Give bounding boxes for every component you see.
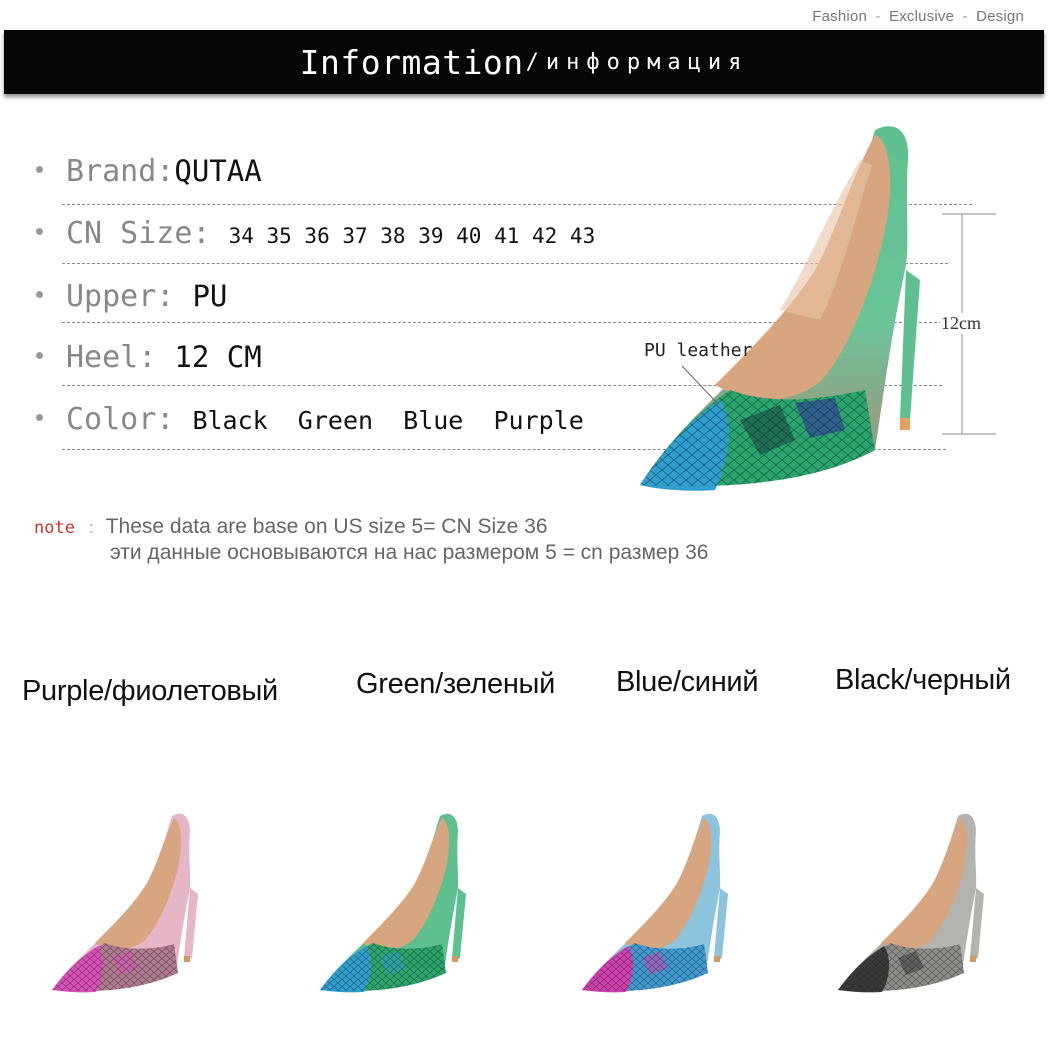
hero-shoe-image (640, 126, 920, 491)
note-line-2: эти данные основываются на нас размером … (110, 541, 709, 564)
banner-subtitle: /информация (525, 49, 749, 75)
spec-label: Upper: PU (66, 279, 228, 314)
tagline-word-design: Design (976, 8, 1024, 25)
variant-label-green: Green/зеленый (356, 668, 556, 700)
spec-value: 34 35 36 37 38 39 40 41 42 43 (228, 224, 596, 248)
spec-value: 12 CM (174, 340, 262, 374)
tagline-separator: - (962, 8, 968, 25)
tagline-separator: - (875, 8, 881, 25)
variant-shoe-blue-image (582, 813, 728, 993)
brand-tagline: Fashion - Exclusive - Design (812, 8, 1024, 25)
bullet-icon (36, 228, 43, 235)
spec-label: Color: Black Green Blue Purple (66, 402, 584, 437)
bullet-icon (36, 291, 43, 298)
spec-label: Heel: 12 CM (66, 340, 262, 375)
spec-label: Brand:QUTAA (66, 154, 262, 189)
information-banner: Information/информация (4, 30, 1044, 94)
heel-height-label: 12cm (940, 313, 982, 334)
banner-title: Information (299, 42, 524, 82)
bullet-icon (36, 352, 43, 359)
tagline-word-exclusive: Exclusive (888, 8, 955, 25)
variant-shoe-green-image (320, 813, 466, 993)
size-note: note: These data are base on US size 5= C… (34, 515, 548, 539)
bullet-icon (36, 166, 43, 173)
variant-shoe-black-image (838, 813, 984, 993)
variant-label-purple: Purple/фиолетовый (22, 675, 278, 707)
note-key: note (34, 518, 75, 538)
spec-label: CN Size: 34 35 36 37 38 39 40 41 42 43 (66, 216, 596, 251)
spec-value: PU (192, 279, 228, 313)
variant-label-blue: Blue/синий (616, 666, 759, 698)
note-line-1: These data are base on US size 5= CN Siz… (105, 515, 548, 538)
note-colon: : (88, 518, 94, 537)
material-callout: PU leather (644, 340, 753, 361)
bullet-icon (36, 414, 43, 421)
spec-value: Black Green Blue Purple (192, 406, 584, 435)
tagline-word-fashion: Fashion (812, 8, 868, 25)
spec-value: QUTAA (174, 154, 262, 188)
callout-leader-line (681, 365, 719, 405)
variant-shoe-purple-image (52, 813, 198, 993)
variant-label-black: Black/черный (835, 664, 1011, 696)
